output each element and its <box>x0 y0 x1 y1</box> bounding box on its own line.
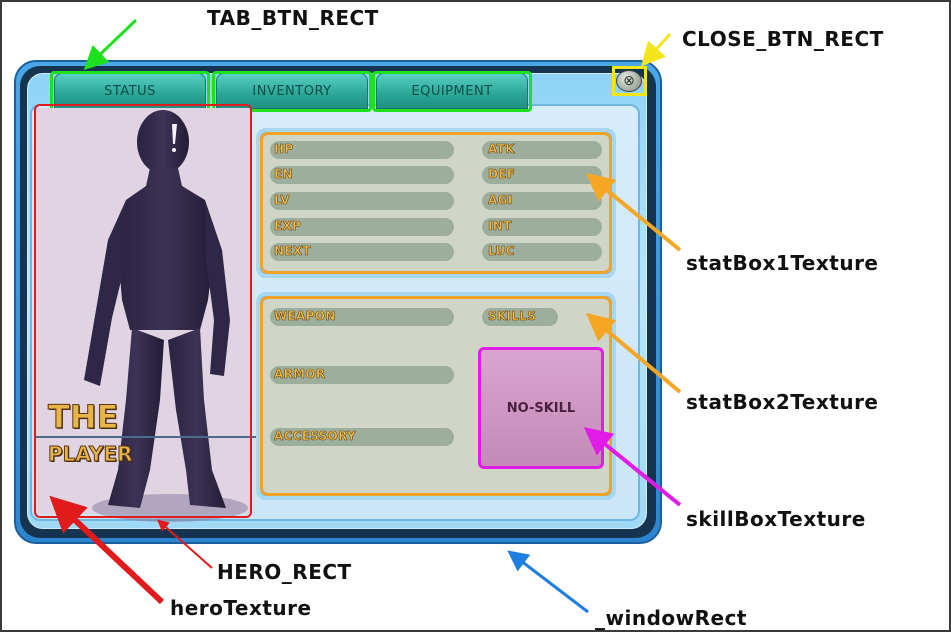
tab-highlight-equipment <box>372 71 532 112</box>
callout-hero-texture: heroTexture <box>170 596 312 620</box>
stat-label-lv: LV <box>274 193 290 208</box>
stat-label-luc: LUC <box>488 244 515 259</box>
close-highlight <box>612 66 647 96</box>
stat-label-armor: ARMOR <box>274 367 326 382</box>
stat-label-def: DEF <box>488 167 516 182</box>
callout-hero-rect: HERO_RECT <box>217 560 352 584</box>
stat-label-en: EN <box>274 167 293 182</box>
stat-pill-hp <box>270 141 454 159</box>
stat-label-weapon: WEAPON <box>274 309 336 324</box>
callout-skillbox: skillBoxTexture <box>686 507 866 531</box>
stat-label-hp: HP <box>274 142 294 157</box>
arrow-window-rect <box>507 550 589 614</box>
stat-pill-en <box>270 166 454 184</box>
callout-close-btn-rect: CLOSE_BTN_RECT <box>682 27 884 51</box>
stat-label-accessory: ACCESSORY <box>274 429 357 444</box>
stat-pill-lv <box>270 192 454 210</box>
stat-label-next: NEXT <box>274 244 311 259</box>
arrow-close-btn <box>641 33 672 67</box>
stat-label-skills: SKILLS <box>488 309 537 324</box>
skill-box[interactable]: NO-SKILL <box>478 347 604 469</box>
hero-rect-highlight <box>34 104 252 518</box>
callout-window-rect: _windowRect <box>595 606 747 630</box>
skill-box-label: NO-SKILL <box>506 400 576 416</box>
stat-label-int: INT <box>488 219 512 234</box>
stat-label-atk: ATK <box>488 142 515 157</box>
callout-statbox1: statBox1Texture <box>686 251 879 275</box>
callout-tab-btn-rect: TAB_BTN_RECT <box>207 6 379 30</box>
stat-label-exp: EXP <box>274 219 302 234</box>
callout-statbox2: statBox2Texture <box>686 390 879 414</box>
stat-label-agi: AGI <box>488 193 513 208</box>
